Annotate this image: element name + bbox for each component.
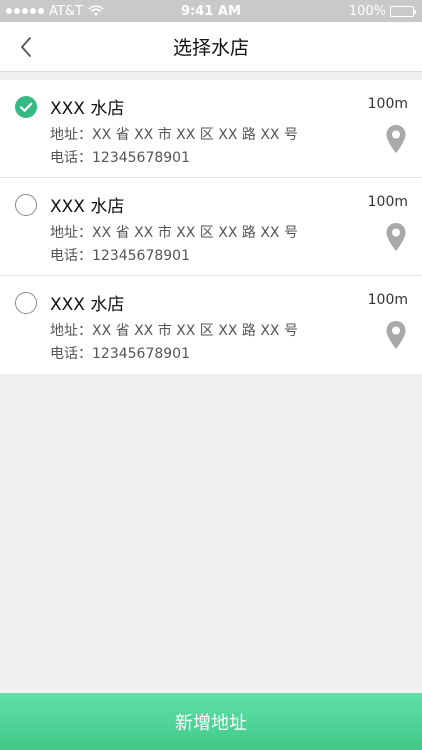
store-phone: 电话：12345678901: [50, 248, 190, 264]
page-title: 选择水店: [172, 37, 249, 59]
store-address: 地址：XX 省 XX 市 XX 区 XX 路 XX 号: [50, 127, 298, 143]
wifi-icon: [88, 5, 104, 16]
status-left: AT&T: [6, 4, 104, 19]
status-bar: AT&T 9:41 AM 100%: [0, 0, 422, 22]
store-distance: 100m: [367, 194, 408, 210]
add-address-button[interactable]: 新增地址: [0, 693, 422, 750]
store-address: 地址：XX 省 XX 市 XX 区 XX 路 XX 号: [50, 225, 298, 241]
store-name: XXX 水店: [50, 99, 125, 119]
store-item[interactable]: XXX 水店 地址：XX 省 XX 市 XX 区 XX 路 XX 号 电话：12…: [0, 80, 422, 178]
radio-empty-icon[interactable]: [15, 194, 37, 216]
chevron-left-icon: [21, 37, 31, 57]
store-item[interactable]: XXX 水店 地址：XX 省 XX 市 XX 区 XX 路 XX 号 电话：12…: [0, 276, 422, 374]
status-right: 100%: [348, 3, 416, 19]
map-pin-icon[interactable]: [385, 320, 407, 350]
battery-icon: [390, 5, 416, 17]
map-pin-icon[interactable]: [385, 222, 407, 252]
radio-empty-icon[interactable]: [15, 292, 37, 314]
map-pin-icon[interactable]: [385, 124, 407, 154]
check-circle-icon[interactable]: [15, 96, 37, 118]
store-phone: 电话：12345678901: [50, 150, 190, 166]
battery-percent: 100%: [348, 3, 386, 19]
back-button[interactable]: [8, 22, 44, 72]
carrier-label: AT&T: [49, 3, 83, 19]
store-address: 地址：XX 省 XX 市 XX 区 XX 路 XX 号: [50, 323, 298, 339]
store-phone: 电话：12345678901: [50, 346, 190, 362]
signal-icon: [6, 8, 44, 14]
store-item[interactable]: XXX 水店 地址：XX 省 XX 市 XX 区 XX 路 XX 号 电话：12…: [0, 178, 422, 276]
nav-bar: 选择水店: [0, 22, 422, 72]
store-distance: 100m: [367, 96, 408, 112]
store-name: XXX 水店: [50, 197, 125, 217]
store-name: XXX 水店: [50, 295, 125, 315]
store-list: XXX 水店 地址：XX 省 XX 市 XX 区 XX 路 XX 号 电话：12…: [0, 80, 422, 374]
store-distance: 100m: [367, 292, 408, 308]
